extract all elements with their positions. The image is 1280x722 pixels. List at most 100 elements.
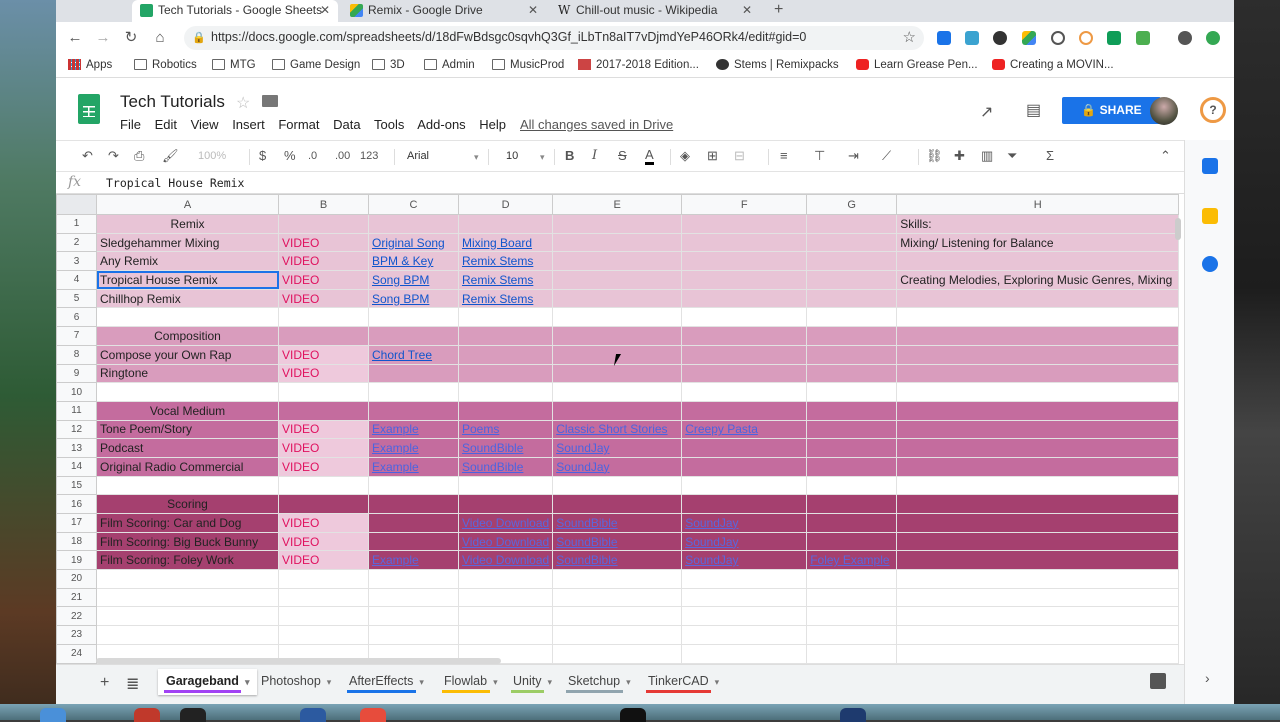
cell-b18[interactable]: VIDEO xyxy=(278,531,369,552)
bookmark-grease-pencil[interactable]: Learn Grease Pen... xyxy=(856,59,978,71)
cell-h13[interactable] xyxy=(896,438,1180,458)
cell-g8[interactable] xyxy=(806,344,898,365)
cell-f12[interactable]: Creepy Pasta xyxy=(681,419,808,440)
cell-c12[interactable]: Example xyxy=(368,419,459,440)
cell-c13[interactable]: Example xyxy=(368,438,459,458)
column-header-f[interactable]: F xyxy=(681,194,808,215)
cell-b15[interactable] xyxy=(278,475,369,496)
close-tab-icon[interactable]: ✕ xyxy=(742,0,752,20)
cell-c11[interactable] xyxy=(368,400,459,421)
help-icon[interactable]: ? xyxy=(1200,97,1226,123)
cell-f20[interactable] xyxy=(681,569,808,589)
comments-icon[interactable]: ▤ xyxy=(1026,100,1041,120)
zoom-select[interactable]: 100% xyxy=(198,150,226,162)
bookmark-admin[interactable]: Admin xyxy=(424,59,475,71)
cell-d19[interactable]: Video Download xyxy=(457,550,554,571)
cell-a5[interactable]: Chillhop Remix xyxy=(96,288,279,309)
chevron-down-icon[interactable]: ▾ xyxy=(493,677,498,687)
sheet-tab-unity[interactable]: Unity ▾ xyxy=(505,669,560,695)
print-icon[interactable]: ⎙ xyxy=(134,148,144,164)
cell-c17[interactable] xyxy=(368,513,459,533)
row-header[interactable]: 10 xyxy=(56,382,97,402)
cell-e13[interactable]: SoundJay xyxy=(552,438,683,458)
cell-c18[interactable] xyxy=(368,531,459,552)
formula-bar[interactable]: fx Tropical House Remix xyxy=(56,172,1184,194)
forward-arrow-icon[interactable]: → xyxy=(94,29,112,47)
cell-a1[interactable]: Remix xyxy=(96,214,279,234)
cell-a2[interactable]: Sledgehammer Mixing xyxy=(96,232,279,253)
increase-decimal-button[interactable]: .00 xyxy=(335,150,350,162)
bookmark-apps[interactable]: Apps xyxy=(68,59,112,71)
filter-icon[interactable]: ⏷ xyxy=(1007,148,1017,164)
row-header[interactable]: 12 xyxy=(56,419,97,440)
cell-e16[interactable] xyxy=(552,494,683,514)
cell-c5[interactable]: Song BPM xyxy=(368,288,459,309)
cell-a14[interactable]: Original Radio Commercial xyxy=(96,456,279,477)
cell-a15[interactable] xyxy=(96,475,279,496)
extension-icon[interactable] xyxy=(965,31,979,45)
browser-tab-sheets[interactable]: Tech Tutorials - Google Sheets ✕ xyxy=(132,0,338,22)
extension-icon[interactable] xyxy=(1051,31,1065,45)
cell-e9[interactable] xyxy=(552,363,683,384)
cell-e11[interactable] xyxy=(552,400,683,421)
keep-icon[interactable] xyxy=(1202,208,1218,224)
cell-b20[interactable] xyxy=(278,569,369,589)
cell-g17[interactable] xyxy=(806,513,898,533)
cell-h20[interactable] xyxy=(896,569,1180,589)
cell-g15[interactable] xyxy=(806,475,898,496)
insert-comment-icon[interactable]: ✚ xyxy=(954,148,965,164)
cell-a9[interactable]: Ringtone xyxy=(96,363,279,384)
sheet-tab-tinkercad[interactable]: TinkerCAD ▾ xyxy=(640,669,727,695)
bold-icon[interactable]: B xyxy=(565,148,574,163)
cell-h5[interactable] xyxy=(896,288,1180,309)
cell-b21[interactable] xyxy=(278,587,369,608)
redo-icon[interactable]: ↷ xyxy=(108,148,119,164)
menu-tools[interactable]: Tools xyxy=(374,117,404,132)
cell-a23[interactable] xyxy=(96,625,279,645)
bookmark-robotics[interactable]: Robotics xyxy=(134,59,197,71)
row-header[interactable]: 20 xyxy=(56,569,97,589)
text-rotation-icon[interactable]: ⟋ xyxy=(882,148,891,164)
bookmark-star-icon[interactable]: ☆ xyxy=(903,28,916,46)
add-sheet-icon[interactable]: + xyxy=(100,674,109,692)
cell-a20[interactable] xyxy=(96,569,279,589)
text-wrapping-icon[interactable]: ⇥ xyxy=(848,148,859,164)
cell-c23[interactable] xyxy=(368,625,459,645)
font-family-select[interactable]: Arial xyxy=(407,150,429,162)
row-header[interactable]: 16 xyxy=(56,494,97,514)
drive-extension-icon[interactable] xyxy=(1022,31,1036,45)
cell-b16[interactable] xyxy=(278,494,369,514)
cell-d1[interactable] xyxy=(457,214,554,234)
save-status[interactable]: All changes saved in Drive xyxy=(520,117,673,132)
select-all-corner[interactable] xyxy=(56,194,97,215)
column-header-a[interactable]: A xyxy=(96,194,279,215)
menu-data[interactable]: Data xyxy=(333,117,360,132)
merge-cells-icon[interactable]: ⊟ xyxy=(734,148,745,164)
cell-f4[interactable] xyxy=(681,270,808,290)
cell-f23[interactable] xyxy=(681,625,808,645)
cell-b7[interactable] xyxy=(278,326,369,346)
cell-e4[interactable] xyxy=(552,270,683,290)
cell-b23[interactable] xyxy=(278,625,369,645)
cell-f13[interactable] xyxy=(681,438,808,458)
cell-g13[interactable] xyxy=(806,438,898,458)
cell-d3[interactable]: Remix Stems xyxy=(457,251,554,272)
column-header-c[interactable]: C xyxy=(368,194,459,215)
row-header[interactable]: 22 xyxy=(56,606,97,627)
row-header[interactable]: 3 xyxy=(56,251,97,272)
cell-e7[interactable] xyxy=(552,326,683,346)
calendar-icon[interactable] xyxy=(1202,158,1218,174)
cell-e5[interactable] xyxy=(552,288,683,309)
cell-g12[interactable] xyxy=(806,419,898,440)
close-tab-icon[interactable]: ✕ xyxy=(528,0,538,20)
menu-view[interactable]: View xyxy=(191,117,219,132)
cell-e24[interactable] xyxy=(552,643,683,664)
cell-g9[interactable] xyxy=(806,363,898,384)
cell-f17[interactable]: SoundJay xyxy=(681,513,808,533)
collapse-toolbar-icon[interactable]: ⌃ xyxy=(1160,148,1171,164)
cell-a19[interactable]: Film Scoring: Foley Work xyxy=(96,550,279,571)
percent-format-button[interactable]: % xyxy=(284,148,296,163)
chevron-down-icon[interactable]: ▾ xyxy=(327,677,332,687)
cell-f22[interactable] xyxy=(681,606,808,627)
cell-h8[interactable] xyxy=(896,344,1180,365)
